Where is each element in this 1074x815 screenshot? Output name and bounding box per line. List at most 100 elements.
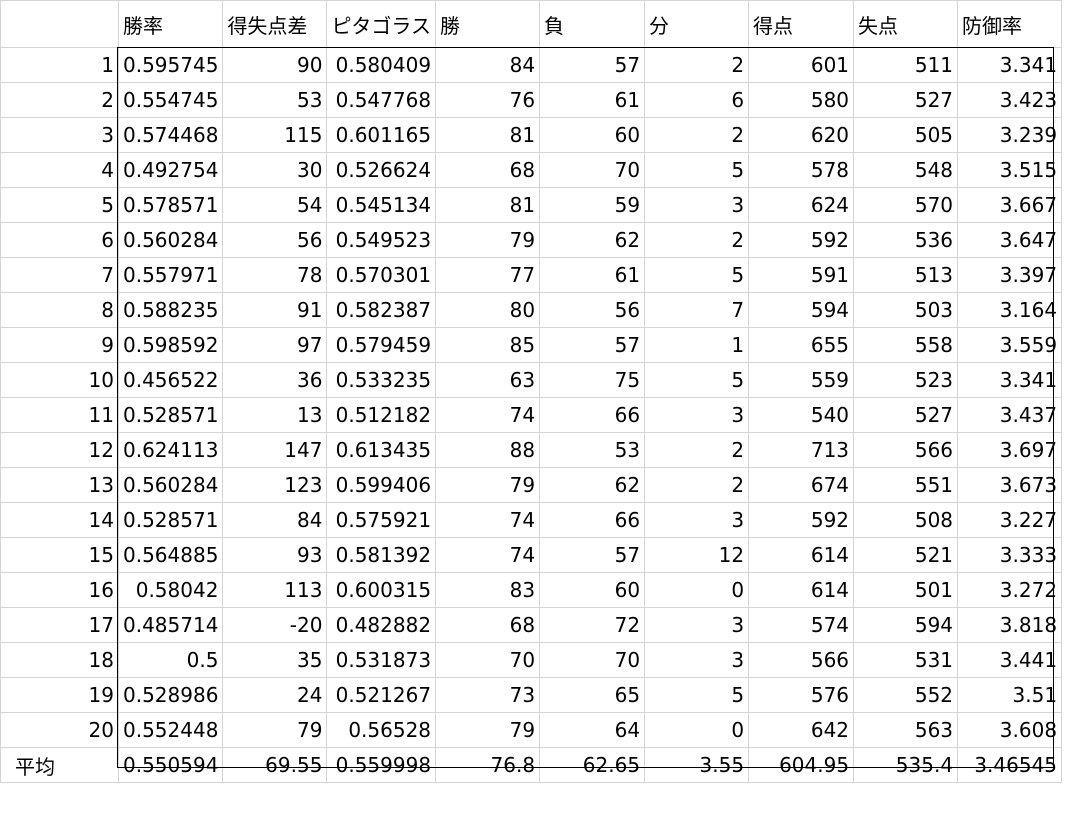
cell-losses[interactable]: 60 [539, 117, 646, 153]
cell-run-diff[interactable]: -20 [222, 607, 328, 643]
cell-pythagorean[interactable]: 0.575921 [326, 502, 437, 538]
row-number[interactable]: 2 [0, 82, 119, 118]
header-pythagorean[interactable]: ピタゴラス [326, 0, 437, 48]
cell-draws[interactable]: 0 [644, 712, 750, 748]
row-number[interactable]: 7 [0, 257, 119, 293]
header-wins[interactable]: 勝 [435, 0, 541, 48]
cell-runs-allowed[interactable]: 531 [853, 642, 959, 678]
row-number[interactable]: 11 [0, 397, 119, 433]
cell-runs-scored[interactable]: 614 [748, 572, 855, 608]
cell-pythagorean[interactable]: 0.482882 [326, 607, 437, 643]
cell-losses[interactable]: 66 [539, 502, 646, 538]
row-number[interactable]: 4 [0, 152, 119, 188]
cell-pythagorean[interactable]: 0.521267 [326, 677, 437, 713]
cell-draws[interactable]: 5 [644, 362, 750, 398]
average-era[interactable]: 3.46545 [957, 747, 1063, 783]
cell-wins[interactable]: 74 [435, 502, 541, 538]
row-number[interactable]: 14 [0, 502, 119, 538]
cell-runs-scored[interactable]: 594 [748, 292, 855, 328]
cell-runs-scored[interactable]: 674 [748, 467, 855, 503]
cell-era[interactable]: 3.441 [957, 642, 1063, 678]
cell-win-rate[interactable]: 0.560284 [117, 222, 224, 258]
cell-draws[interactable]: 0 [644, 572, 750, 608]
cell-run-diff[interactable]: 13 [222, 397, 328, 433]
header-losses[interactable]: 負 [539, 0, 646, 48]
cell-win-rate[interactable]: 0.564885 [117, 537, 224, 573]
cell-win-rate[interactable]: 0.624113 [117, 432, 224, 468]
cell-pythagorean[interactable]: 0.531873 [326, 642, 437, 678]
cell-runs-scored[interactable]: 574 [748, 607, 855, 643]
cell-era[interactable]: 3.437 [957, 397, 1063, 433]
cell-runs-scored[interactable]: 566 [748, 642, 855, 678]
cell-win-rate[interactable]: 0.552448 [117, 712, 224, 748]
cell-losses[interactable]: 61 [539, 257, 646, 293]
cell-runs-scored[interactable]: 655 [748, 327, 855, 363]
cell-runs-scored[interactable]: 592 [748, 502, 855, 538]
cell-draws[interactable]: 3 [644, 502, 750, 538]
cell-win-rate[interactable]: 0.528571 [117, 502, 224, 538]
cell-runs-allowed[interactable]: 563 [853, 712, 959, 748]
cell-wins[interactable]: 63 [435, 362, 541, 398]
cell-draws[interactable]: 1 [644, 327, 750, 363]
cell-wins[interactable]: 83 [435, 572, 541, 608]
cell-run-diff[interactable]: 115 [222, 117, 328, 153]
average-pythagorean[interactable]: 0.559998 [326, 747, 437, 783]
cell-win-rate[interactable]: 0.557971 [117, 257, 224, 293]
row-number[interactable]: 17 [0, 607, 119, 643]
cell-pythagorean[interactable]: 0.570301 [326, 257, 437, 293]
cell-losses[interactable]: 62 [539, 222, 646, 258]
header-run-diff[interactable]: 得失点差 [222, 0, 328, 48]
cell-run-diff[interactable]: 78 [222, 257, 328, 293]
cell-runs-scored[interactable]: 713 [748, 432, 855, 468]
cell-run-diff[interactable]: 56 [222, 222, 328, 258]
cell-win-rate[interactable]: 0.598592 [117, 327, 224, 363]
cell-win-rate[interactable]: 0.578571 [117, 187, 224, 223]
cell-run-diff[interactable]: 54 [222, 187, 328, 223]
cell-run-diff[interactable]: 30 [222, 152, 328, 188]
cell-era[interactable]: 3.697 [957, 432, 1063, 468]
header-draws[interactable]: 分 [644, 0, 750, 48]
cell-runs-scored[interactable]: 580 [748, 82, 855, 118]
cell-run-diff[interactable]: 84 [222, 502, 328, 538]
cell-draws[interactable]: 3 [644, 397, 750, 433]
cell-runs-scored[interactable]: 614 [748, 537, 855, 573]
cell-wins[interactable]: 79 [435, 222, 541, 258]
cell-era[interactable]: 3.608 [957, 712, 1063, 748]
cell-draws[interactable]: 3 [644, 187, 750, 223]
cell-pythagorean[interactable]: 0.601165 [326, 117, 437, 153]
cell-run-diff[interactable]: 147 [222, 432, 328, 468]
row-number[interactable]: 1 [0, 47, 119, 83]
cell-era[interactable]: 3.341 [957, 362, 1063, 398]
cell-run-diff[interactable]: 53 [222, 82, 328, 118]
cell-runs-scored[interactable]: 578 [748, 152, 855, 188]
cell-losses[interactable]: 72 [539, 607, 646, 643]
cell-runs-scored[interactable]: 642 [748, 712, 855, 748]
cell-runs-scored[interactable]: 576 [748, 677, 855, 713]
cell-era[interactable]: 3.341 [957, 47, 1063, 83]
row-number[interactable]: 5 [0, 187, 119, 223]
cell-wins[interactable]: 68 [435, 152, 541, 188]
cell-wins[interactable]: 76 [435, 82, 541, 118]
row-number[interactable]: 12 [0, 432, 119, 468]
cell-pythagorean[interactable]: 0.600315 [326, 572, 437, 608]
cell-runs-allowed[interactable]: 527 [853, 397, 959, 433]
cell-runs-allowed[interactable]: 558 [853, 327, 959, 363]
row-number[interactable]: 16 [0, 572, 119, 608]
row-number[interactable]: 10 [0, 362, 119, 398]
cell-losses[interactable]: 57 [539, 537, 646, 573]
cell-runs-allowed[interactable]: 536 [853, 222, 959, 258]
cell-draws[interactable]: 5 [644, 677, 750, 713]
cell-era[interactable]: 3.333 [957, 537, 1063, 573]
cell-losses[interactable]: 59 [539, 187, 646, 223]
average-wins[interactable]: 76.8 [435, 747, 541, 783]
cell-run-diff[interactable]: 36 [222, 362, 328, 398]
cell-win-rate[interactable]: 0.588235 [117, 292, 224, 328]
cell-draws[interactable]: 3 [644, 607, 750, 643]
cell-pythagorean[interactable]: 0.582387 [326, 292, 437, 328]
cell-pythagorean[interactable]: 0.512182 [326, 397, 437, 433]
cell-era[interactable]: 3.51 [957, 677, 1063, 713]
cell-runs-allowed[interactable]: 505 [853, 117, 959, 153]
cell-runs-allowed[interactable]: 503 [853, 292, 959, 328]
cell-run-diff[interactable]: 123 [222, 467, 328, 503]
cell-run-diff[interactable]: 97 [222, 327, 328, 363]
